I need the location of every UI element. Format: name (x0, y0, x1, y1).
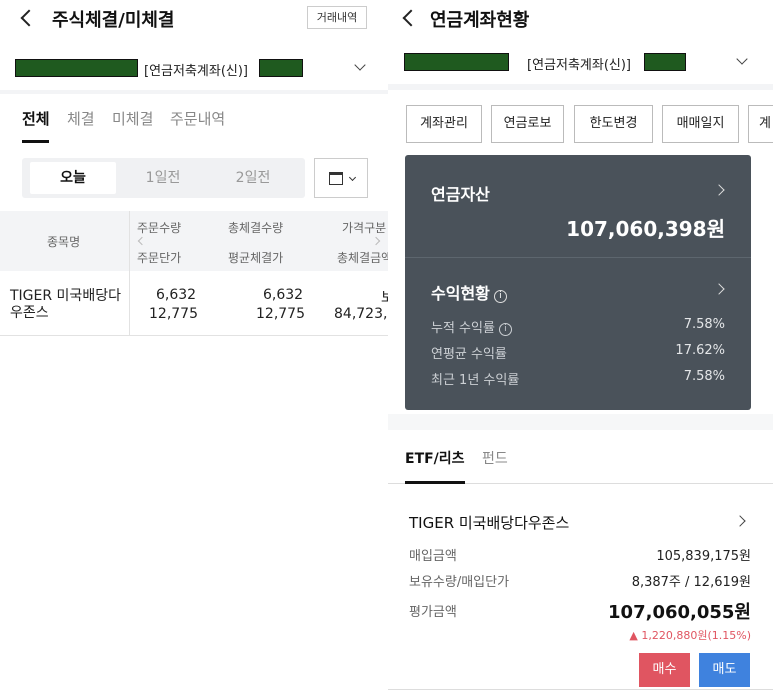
chevron-down-icon[interactable] (354, 59, 366, 71)
buy-button[interactable]: 매수 (639, 653, 690, 687)
more-button[interactable]: 계 (748, 105, 773, 143)
period-selector: 오늘 1일전 2일전 (22, 158, 305, 198)
table-header: 종목명 주문수량 주문단가 총체결수량 평균체결가 가격구분 총체결금액 (0, 211, 388, 271)
info-icon[interactable]: i (498, 323, 512, 336)
divider (388, 689, 773, 690)
account-owner-mask (644, 53, 686, 71)
period-1day[interactable]: 1일전 (120, 162, 206, 194)
calendar-button[interactable] (314, 158, 368, 198)
page-title: 연금계좌현황 (430, 10, 530, 31)
back-icon[interactable] (20, 8, 36, 28)
order-price: 12,775 (149, 306, 198, 322)
transaction-history-button[interactable]: 거래내역 (307, 6, 367, 29)
header: 주식체결/미체결 거래내역 (0, 0, 388, 38)
avg-filled-price: 12,775 (256, 306, 305, 322)
order-qty: 6,632 (156, 287, 197, 303)
recent-year-return-label: 최근 1년 수익률 (431, 373, 520, 388)
account-actions: 계좌관리 연금로보 한도변경 매매일지 계 (388, 105, 773, 145)
tab-order-history[interactable]: 주문내역 (170, 108, 225, 129)
holding-name[interactable]: TIGER 미국배당다우존스 (409, 512, 569, 533)
profit-change: ▲ 1,220,880원(1.15%) (629, 629, 751, 642)
chevron-right-icon[interactable] (713, 184, 725, 196)
divider (388, 414, 773, 430)
qty-label: 보유수량/매입단가 (409, 575, 510, 590)
account-owner-mask (259, 59, 303, 77)
tab-etf-reits[interactable]: ETF/리츠 (405, 448, 465, 468)
assets-title[interactable]: 연금자산 (431, 181, 490, 205)
calendar-icon (329, 172, 343, 185)
cumulative-return-label: 누적 수익률 (431, 321, 495, 336)
returns-title[interactable]: 수익현황 i (431, 280, 507, 304)
annual-return-label: 연평균 수익률 (431, 347, 507, 362)
period-today[interactable]: 오늘 (30, 162, 116, 194)
col-total-amount: 총체결금액 (337, 251, 388, 265)
account-selector[interactable]: [연금저축계좌(신)] (388, 40, 773, 84)
price-type: 보 (381, 290, 388, 306)
col-order-qty: 주문수량 (137, 221, 182, 235)
tab-all[interactable]: 전체 (22, 108, 50, 129)
limit-change-button[interactable]: 한도변경 (574, 105, 653, 143)
page-title: 주식체결/미체결 (52, 10, 175, 31)
scroll-right-icon[interactable] (371, 236, 381, 246)
period-2day[interactable]: 2일전 (210, 162, 296, 194)
col-price-type: 가격구분 (342, 221, 387, 235)
account-label: [연금저축계좌(신)] (527, 58, 632, 73)
trade-journal-button[interactable]: 매매일지 (662, 105, 739, 143)
tab-bar: 전체 체결 미체결 주문내역 (0, 94, 388, 144)
col-avg-price: 평균체결가 (228, 251, 284, 265)
pension-robo-button[interactable]: 연금로보 (491, 105, 564, 143)
account-number-mask (15, 59, 138, 77)
column-divider (129, 211, 130, 336)
assets-amount: 107,060,398원 (566, 217, 725, 241)
total-amount: 84,723,8 (334, 306, 388, 322)
active-tab-indicator (22, 140, 49, 143)
chevron-down-icon[interactable] (736, 53, 748, 65)
row-divider (0, 335, 388, 336)
buy-amount-value: 105,839,175원 (656, 549, 751, 564)
col-filled-qty: 총체결수량 (228, 221, 284, 235)
tab-filled[interactable]: 체결 (67, 108, 95, 129)
annual-return-value: 17.62% (675, 343, 725, 358)
chevron-right-icon[interactable] (734, 515, 746, 527)
returns-title-label: 수익현황 (431, 284, 490, 303)
buy-amount-label: 매입금액 (409, 549, 457, 564)
qty-value: 8,387주 / 12,619원 (631, 575, 751, 590)
col-name: 종목명 (47, 235, 81, 249)
left-screen: 주식체결/미체결 거래내역 [연금저축계좌(신)] 전체 체결 미체결 주문내역… (0, 0, 388, 691)
tab-funds[interactable]: 펀드 (482, 448, 508, 468)
cumulative-return-value: 7.58% (683, 317, 725, 332)
account-selector[interactable]: [연금저축계좌(신)] (0, 46, 388, 90)
back-icon[interactable] (402, 8, 418, 28)
return-label: 누적 수익률 i (431, 317, 512, 336)
eval-amount-value: 107,060,055원 (608, 602, 751, 623)
chevron-right-icon[interactable] (713, 283, 725, 295)
pension-summary-card: 연금자산 107,060,398원 수익현황 i 누적 수익률 i 7.58% 연평… (405, 155, 751, 410)
col-order-price: 주문단가 (137, 251, 182, 265)
chevron-down-icon (348, 173, 357, 182)
sell-button[interactable]: 매도 (699, 653, 750, 687)
card-divider (405, 257, 751, 258)
scroll-left-icon[interactable] (137, 236, 147, 246)
holding-tabs: ETF/리츠 펀드 (388, 430, 773, 485)
info-icon[interactable]: i (493, 290, 507, 303)
account-manage-button[interactable]: 계좌관리 (406, 105, 482, 143)
eval-amount-label: 평가금액 (409, 605, 457, 620)
header: 연금계좌현황 (388, 0, 773, 38)
right-screen: 연금계좌현황 [연금저축계좌(신)] 계좌관리 연금로보 한도변경 매매일지 계… (388, 0, 773, 691)
tab-unfilled[interactable]: 미체결 (112, 108, 153, 129)
filled-qty: 6,632 (263, 287, 304, 303)
stock-name[interactable]: TIGER 미국배당다우존스 (10, 288, 128, 322)
active-tab-indicator (405, 481, 465, 484)
divider (388, 84, 773, 90)
account-label: [연금저축계좌(신)] (144, 64, 249, 79)
account-number-mask (404, 53, 509, 71)
recent-year-return-value: 7.58% (683, 369, 725, 384)
